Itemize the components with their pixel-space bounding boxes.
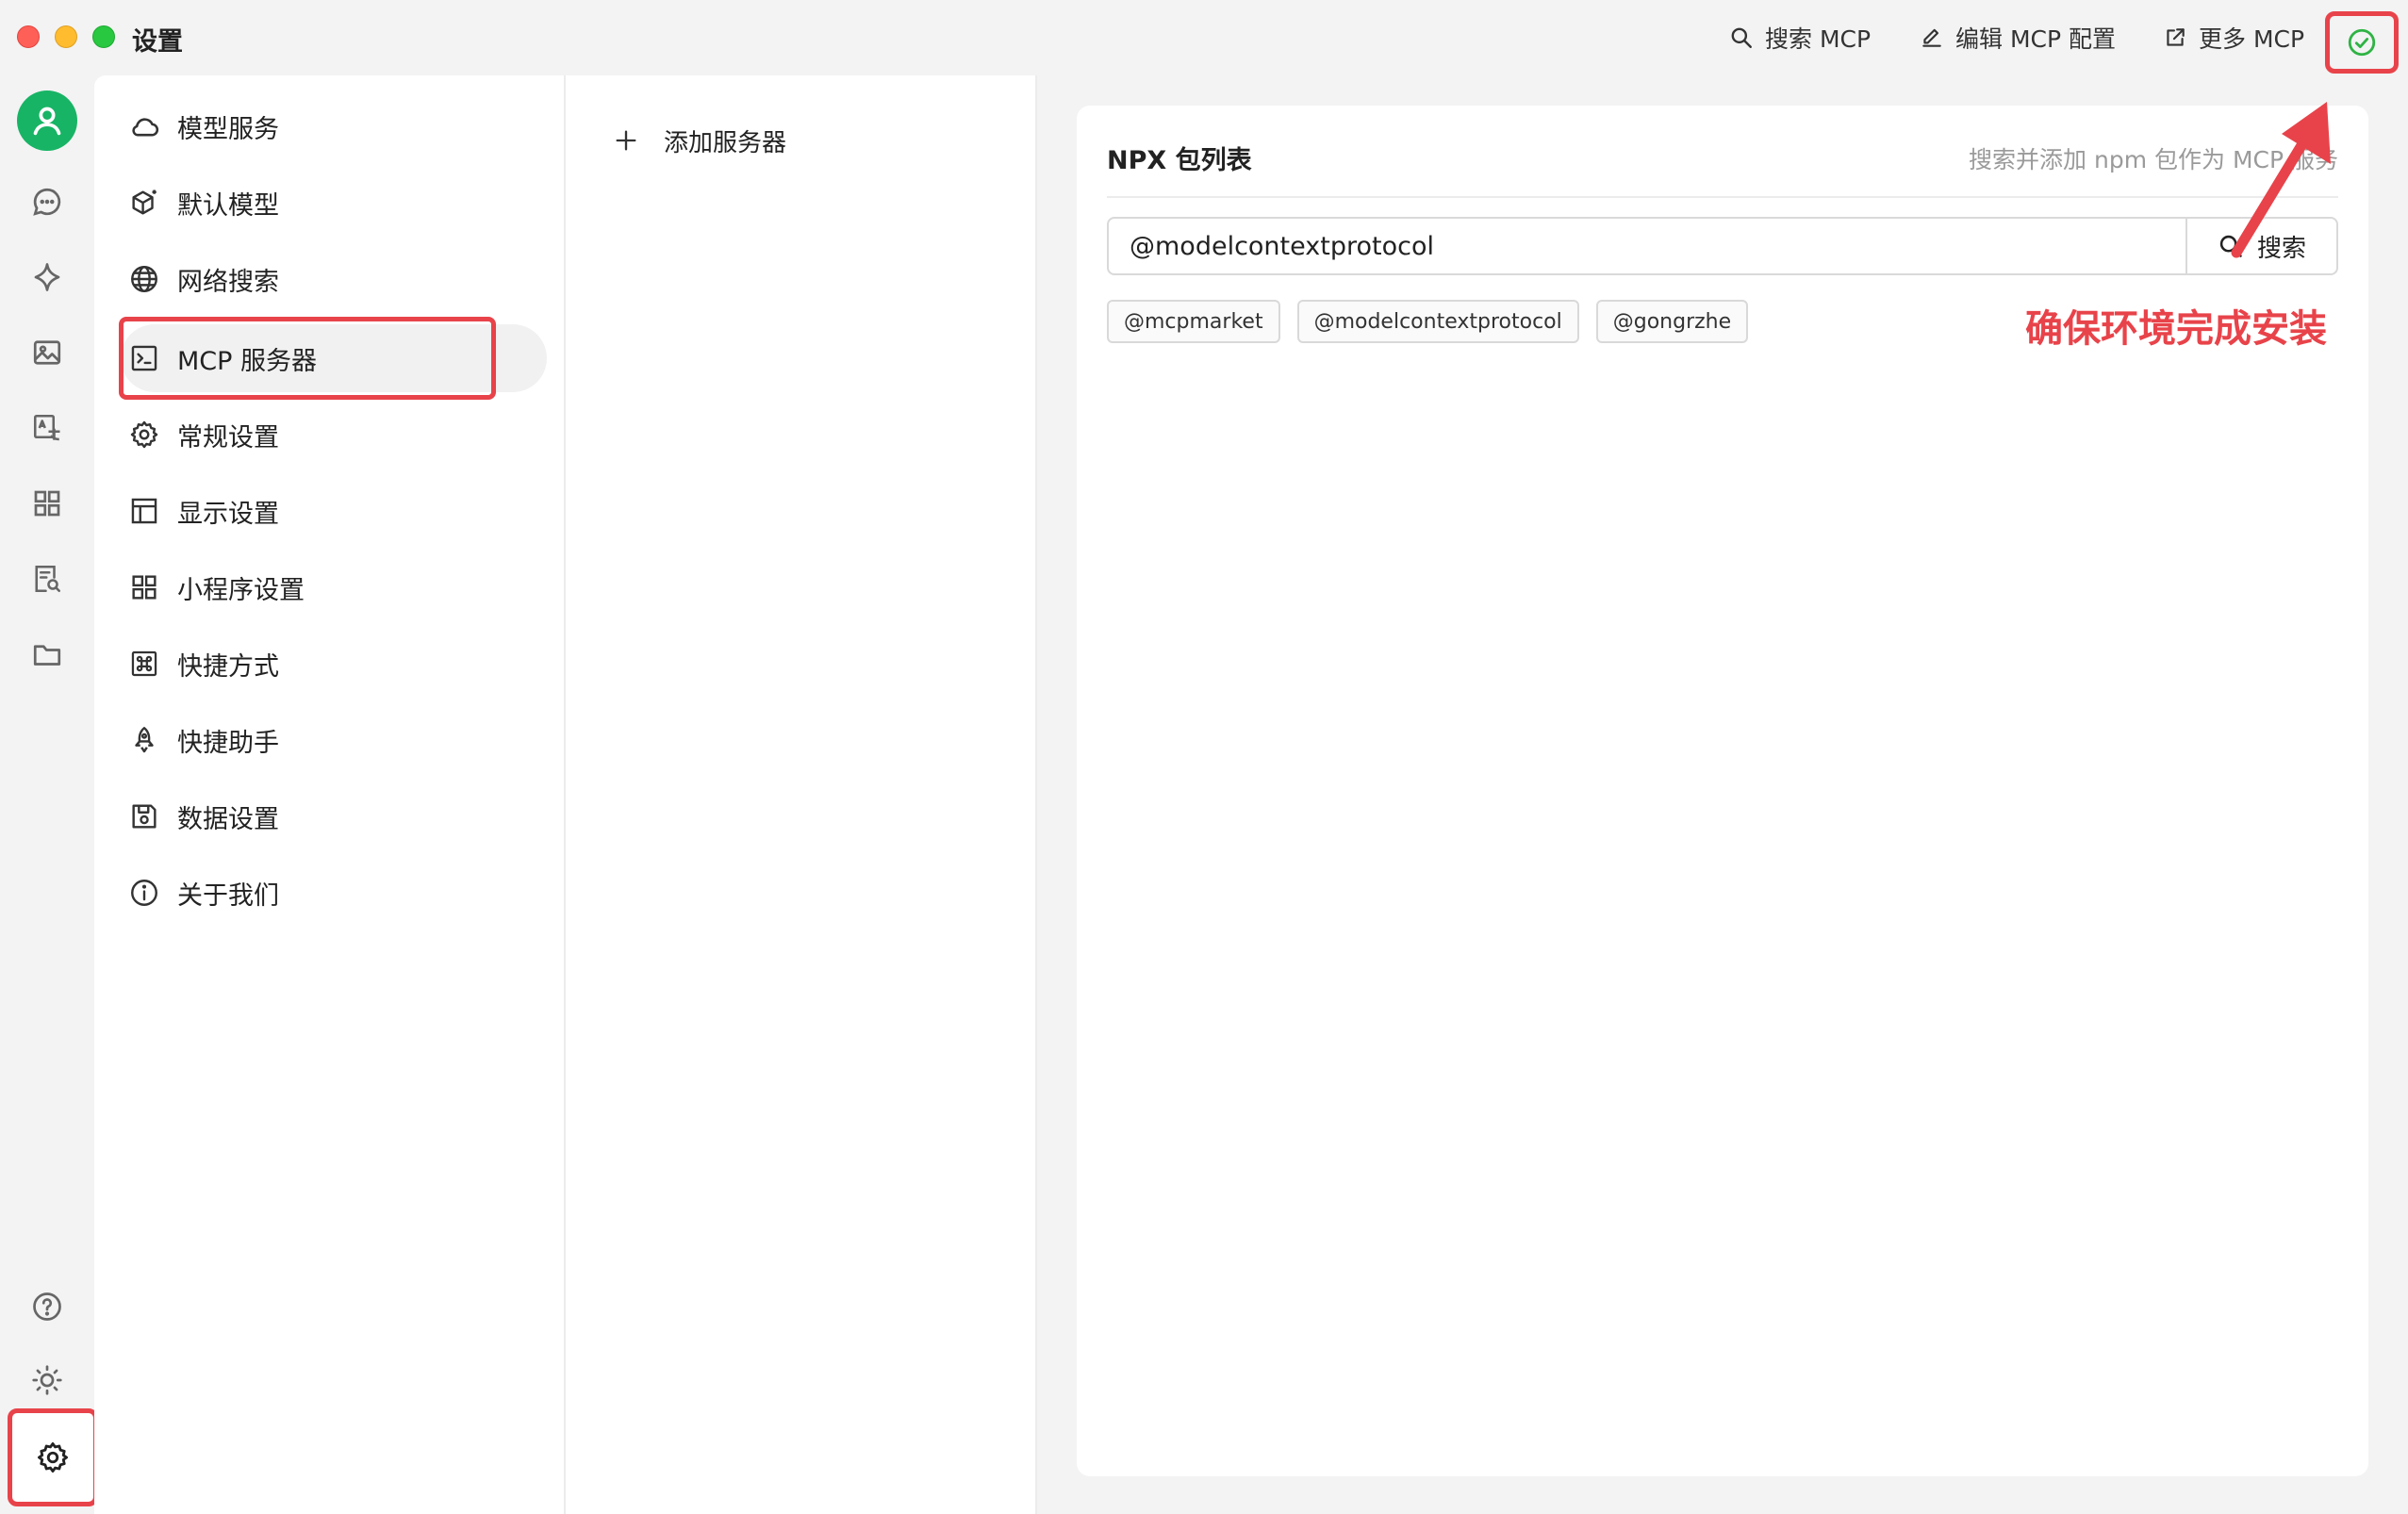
rail-knowledge-button[interactable]	[28, 560, 66, 598]
check-circle-icon	[2348, 28, 2376, 57]
plus-icon	[616, 130, 636, 151]
edit-mcp-config-label: 编辑 MCP 配置	[1955, 25, 2116, 53]
more-mcp-label: 更多 MCP	[2199, 25, 2305, 53]
nav-item-label: 模型服务	[177, 114, 279, 144]
scope-tag-list: @mcpmarket @modelcontextprotocol @gongrz…	[1107, 300, 1749, 343]
window-title: 设置	[132, 27, 183, 57]
add-server-label: 添加服务器	[664, 128, 787, 157]
card-divider	[1107, 196, 2338, 198]
rail-image-button[interactable]	[28, 334, 66, 371]
rail-settings-button[interactable]	[8, 1408, 98, 1506]
globe-icon	[131, 266, 157, 292]
window-close-button[interactable]	[17, 25, 40, 48]
nav-item-label: 网络搜索	[177, 267, 279, 297]
nav-item-label: 关于我们	[177, 880, 279, 911]
sparkle-icon	[34, 263, 60, 291]
rail-agents-button[interactable]	[28, 258, 66, 296]
rail-help-button[interactable]	[28, 1288, 66, 1325]
nav-item-shortcuts[interactable]: 快捷方式	[128, 631, 524, 697]
save-icon	[132, 804, 157, 829]
server-list-panel: 添加服务器	[566, 75, 1037, 1514]
npx-card-title: NPX 包列表	[1107, 146, 1252, 175]
nav-item-label: 快捷方式	[177, 651, 279, 682]
gear-icon	[38, 1442, 68, 1473]
scope-tag[interactable]: @gongrzhe	[1595, 300, 1749, 343]
rail-translate-button[interactable]	[28, 409, 66, 447]
search-mcp-button[interactable]: 搜索 MCP	[1729, 19, 1871, 57]
cube-sparkle-icon	[132, 189, 157, 215]
search-mcp-label: 搜索 MCP	[1765, 25, 1872, 53]
edit-mcp-config-button[interactable]: 编辑 MCP 配置	[1920, 19, 2116, 57]
title-bar: 设置 搜索 MCP 编辑 MCP 配置 更多 MCP	[0, 0, 2408, 75]
nav-item-display-settings[interactable]: 显示设置	[128, 478, 524, 544]
rail-apps-button[interactable]	[28, 485, 66, 522]
info-icon	[131, 880, 157, 906]
rocket-icon	[135, 727, 154, 753]
nav-item-default-model[interactable]: 默认模型	[128, 170, 524, 236]
icon-rail	[0, 75, 98, 1514]
nav-item-general-settings[interactable]: 常规设置	[128, 402, 524, 468]
nav-item-quick-assistant[interactable]: 快捷助手	[128, 707, 524, 773]
rail-files-button[interactable]	[28, 635, 66, 673]
nav-item-label: 常规设置	[177, 422, 279, 453]
document-search-icon	[35, 565, 61, 593]
search-icon	[1731, 27, 1752, 48]
image-icon	[33, 340, 61, 365]
nav-item-label: 小程序设置	[177, 575, 305, 605]
npm-search-input[interactable]	[1107, 217, 2187, 275]
annotation-arrow	[2231, 102, 2331, 258]
pencil-icon	[1922, 28, 1941, 47]
cloud-icon	[132, 118, 159, 137]
translate-icon	[33, 414, 60, 441]
terminal-icon	[131, 345, 157, 371]
external-link-icon	[2167, 28, 2185, 46]
gear-icon	[130, 420, 158, 449]
avatar[interactable]	[17, 91, 77, 151]
nav-item-label: 数据设置	[177, 804, 279, 834]
nav-item-label: 快捷助手	[177, 728, 279, 758]
more-mcp-button[interactable]: 更多 MCP	[2163, 19, 2304, 57]
command-icon	[131, 650, 157, 677]
window-zoom-button[interactable]	[92, 25, 115, 48]
nav-item-label: 默认模型	[177, 190, 279, 221]
annotation-text: 确保环境完成安装	[2025, 307, 2327, 351]
environment-status-button[interactable]	[2325, 11, 2399, 74]
nav-item-label: 显示设置	[177, 499, 279, 529]
nav-item-web-search[interactable]: 网络搜索	[128, 246, 524, 312]
user-icon	[33, 107, 61, 136]
add-server-button[interactable]: 添加服务器	[613, 117, 786, 164]
chat-bubble-icon	[33, 188, 61, 216]
settings-nav: 模型服务 默认模型 网络搜索 MCP 服务器 常规设置 显示设置 小程序设置 快…	[94, 75, 566, 1514]
nav-item-about-us[interactable]: 关于我们	[128, 860, 524, 926]
nav-item-label: MCP 服务器	[177, 346, 318, 376]
sun-icon	[32, 1365, 62, 1395]
scope-tag[interactable]: @mcpmarket	[1107, 300, 1280, 343]
layout-icon	[131, 498, 157, 524]
nav-item-data-settings[interactable]: 数据设置	[128, 783, 524, 849]
nav-item-model-service[interactable]: 模型服务	[128, 93, 524, 159]
nav-item-mcp-servers[interactable]: MCP 服务器	[128, 325, 524, 391]
grid-icon	[132, 575, 157, 600]
grid-icon	[34, 490, 60, 517]
nav-item-miniapp-settings[interactable]: 小程序设置	[128, 554, 524, 620]
scope-tag[interactable]: @modelcontextprotocol	[1296, 300, 1579, 343]
folder-icon	[33, 645, 61, 666]
rail-chat-button[interactable]	[28, 183, 66, 221]
help-icon	[33, 1292, 61, 1321]
rail-theme-button[interactable]	[28, 1361, 66, 1399]
window-minimize-button[interactable]	[55, 25, 77, 48]
